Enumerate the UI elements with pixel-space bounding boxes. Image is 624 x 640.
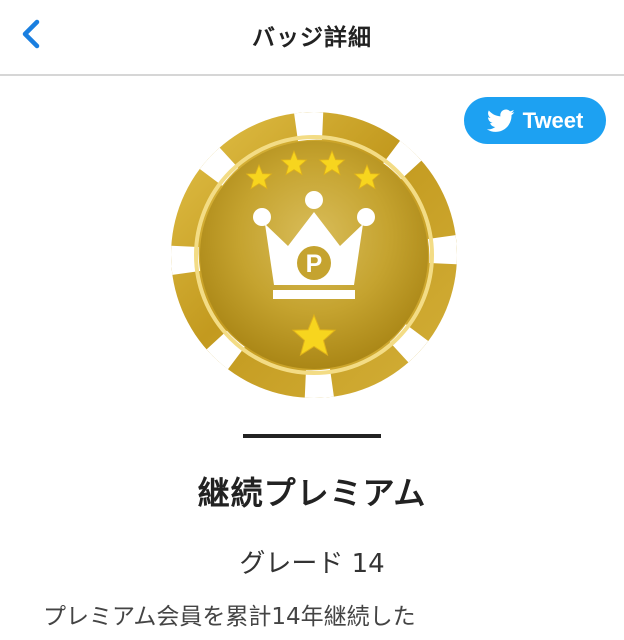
emblem-letter: P — [306, 250, 323, 278]
twitter-bird-icon — [486, 108, 515, 132]
tweet-label: Tweet — [522, 107, 584, 133]
top-nav-bar: バッジ詳細 — [0, 0, 624, 76]
badge-grade: グレード 14 — [239, 549, 385, 579]
premium-badge-icon: P — [171, 112, 457, 398]
badge-description: プレミアム会員を累計14年継続した — [43, 604, 416, 630]
badge-name: 継続プレミアム — [197, 474, 427, 512]
tweet-button[interactable]: Tweet — [464, 97, 606, 144]
page-title: バッジ詳細 — [252, 25, 372, 51]
section-divider — [243, 434, 381, 438]
